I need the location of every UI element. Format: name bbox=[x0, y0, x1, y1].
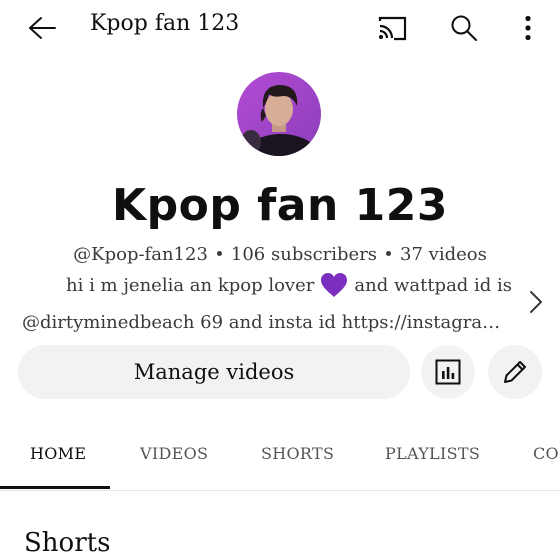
analytics-button[interactable] bbox=[421, 345, 475, 399]
separator-dot bbox=[216, 250, 222, 256]
manage-videos-button[interactable]: Manage videos bbox=[18, 345, 410, 399]
tab-community[interactable]: CO bbox=[533, 444, 559, 463]
video-count: 37 videos bbox=[400, 244, 487, 265]
more-vert-icon[interactable] bbox=[508, 8, 548, 48]
tab-shorts[interactable]: SHORTS bbox=[261, 444, 334, 463]
app-bar-title: Kpop fan 123 bbox=[90, 11, 240, 36]
description-text: hi i m jenelia an kpop lover bbox=[66, 274, 315, 296]
channel-description-line-2[interactable]: @dirtyminedbeach 69 and insta id https:/… bbox=[22, 312, 512, 333]
pencil-icon bbox=[501, 358, 529, 386]
edit-channel-button[interactable] bbox=[488, 345, 542, 399]
separator-dot bbox=[386, 250, 392, 256]
purple-heart-icon bbox=[320, 272, 348, 298]
subscriber-count: 106 subscribers bbox=[230, 244, 378, 265]
channel-handle: @Kpop-fan123 bbox=[73, 244, 208, 265]
channel-avatar[interactable] bbox=[237, 72, 321, 156]
shorts-section-title: Shorts bbox=[24, 528, 111, 558]
cast-icon[interactable] bbox=[372, 8, 412, 48]
active-tab-indicator bbox=[0, 486, 110, 489]
tab-videos[interactable]: VIDEOS bbox=[140, 444, 208, 463]
channel-name: Kpop fan 123 bbox=[112, 180, 448, 231]
chevron-right-icon[interactable] bbox=[522, 284, 550, 320]
channel-meta: @Kpop-fan123 106 subscribers 37 videos bbox=[0, 244, 560, 265]
search-icon[interactable] bbox=[444, 8, 484, 48]
tab-home[interactable]: HOME bbox=[30, 444, 86, 463]
description-text: and wattpad id is bbox=[354, 274, 513, 296]
back-arrow-icon[interactable] bbox=[22, 8, 62, 48]
tab-playlists[interactable]: PLAYLISTS bbox=[385, 444, 480, 463]
channel-tabs: HOME VIDEOS SHORTS PLAYLISTS CO bbox=[0, 426, 560, 491]
analytics-icon bbox=[435, 359, 461, 385]
channel-description-line-1[interactable]: hi i m jenelia an kpop lover and wattpad… bbox=[66, 272, 512, 298]
app-bar: Kpop fan 123 bbox=[0, 0, 560, 56]
